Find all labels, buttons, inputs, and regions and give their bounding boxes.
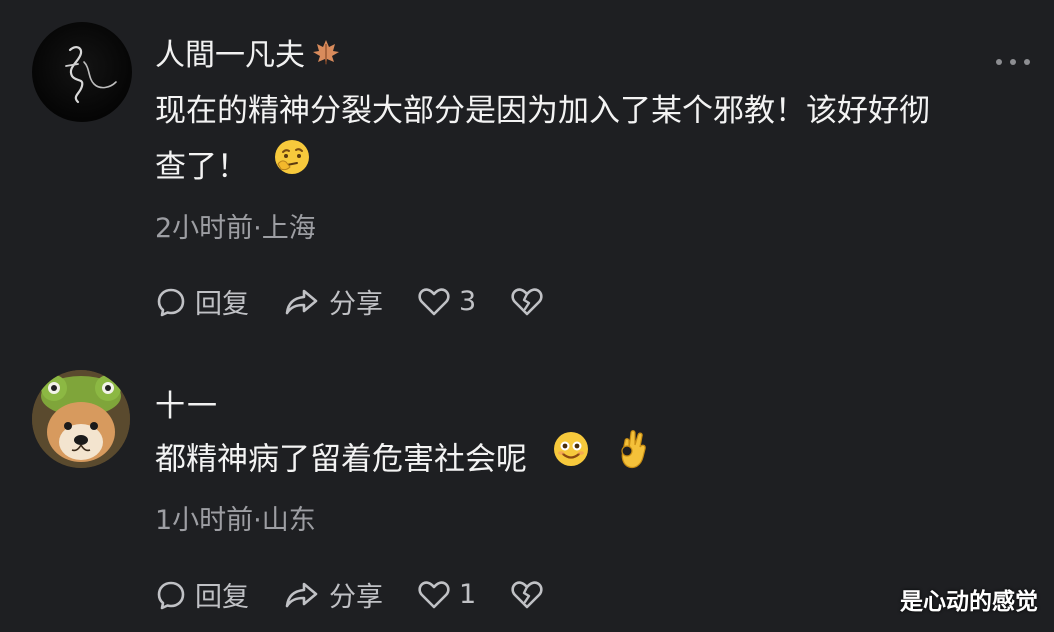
more-options-button[interactable]	[996, 55, 1030, 69]
comment-item: 十一 都精神病了留着危害社会呢 1小时前·山东 回复 分享 1	[0, 345, 1054, 632]
dot-icon	[1010, 59, 1016, 65]
share-button[interactable]: 分享	[283, 575, 383, 614]
reply-button[interactable]: 回复	[155, 282, 249, 321]
comment-text: 现在的精神分裂大部分是因为加入了某个邪教！该好好彻 查了！	[155, 83, 1025, 198]
action-bar: 回复 分享 3	[155, 282, 578, 321]
action-bar: 回复 分享 1	[155, 575, 578, 614]
username[interactable]: 人間一凡夫	[155, 30, 341, 74]
like-count: 3	[459, 286, 477, 317]
dot-icon	[1024, 59, 1030, 65]
share-button[interactable]: 分享	[283, 282, 383, 321]
avatar[interactable]	[32, 22, 132, 122]
like-button[interactable]: 3	[417, 286, 476, 317]
thinking-face-emoji-icon	[272, 137, 312, 195]
heart-icon	[418, 287, 450, 315]
share-label: 分享	[329, 582, 383, 613]
dislike-button[interactable]	[510, 287, 544, 317]
username-text: 十一	[155, 389, 219, 424]
smiling-face-emoji-icon	[551, 429, 591, 487]
share-arrow-icon	[285, 582, 318, 607]
watermark: 是心动的感觉	[900, 589, 1038, 615]
comment-text-line-2: 查了！	[155, 139, 1025, 198]
dislike-button[interactable]	[510, 580, 544, 610]
comment-text: 都精神病了留着危害社会呢	[155, 430, 1025, 492]
reply-label: 回复	[195, 582, 249, 613]
dot-icon	[996, 59, 1002, 65]
ok-hand-emoji-icon	[615, 427, 655, 489]
broken-heart-icon	[511, 580, 543, 608]
comment-bubble-icon	[157, 288, 185, 316]
dog-frog-hat-avatar-icon	[32, 370, 130, 468]
comment-text-line: 现在的精神分裂大部分是因为加入了某个邪教！该好好彻	[155, 93, 930, 129]
comment-text-line-content: 查了！	[155, 149, 248, 185]
username[interactable]: 十一	[155, 381, 219, 425]
comment-text-line: 都精神病了留着危害社会呢	[155, 441, 527, 478]
avatar[interactable]	[32, 370, 130, 468]
username-text: 人間一凡夫	[155, 38, 305, 73]
share-label: 分享	[329, 289, 383, 320]
comment-meta: 1小时前·山东	[155, 505, 316, 536]
reply-label: 回复	[195, 289, 249, 320]
like-button[interactable]: 1	[417, 579, 476, 610]
like-count: 1	[459, 579, 477, 610]
comment-bubble-icon	[157, 581, 185, 609]
maple-leaf-icon	[313, 40, 339, 65]
heart-icon	[418, 580, 450, 608]
calligraphy-avatar-icon	[65, 46, 117, 104]
share-arrow-icon	[285, 289, 318, 314]
broken-heart-icon	[511, 287, 543, 315]
comment-item: 人間一凡夫 现在的精神分裂大部分是因为加入了某个邪教！该好好彻 查了！ 2小时前…	[0, 0, 1054, 345]
reply-button[interactable]: 回复	[155, 575, 249, 614]
comment-meta: 2小时前·上海	[155, 213, 316, 244]
